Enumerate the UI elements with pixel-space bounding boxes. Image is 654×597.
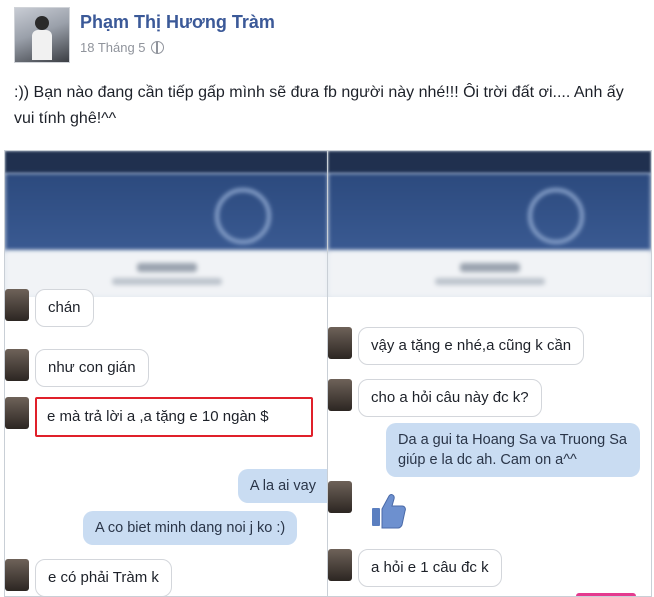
blurred-messenger-header [328,173,651,251]
decorative-pink-mark [576,593,636,596]
avatar-figure-body [32,30,52,60]
message-bubble: cho a hỏi câu này đc k? [358,379,542,417]
globe-icon[interactable] [150,41,164,54]
chat-thread-right: vậy a tặng e nhé,a cũng k cần cho a hỏi … [328,297,651,596]
message-bubble: chán [35,289,94,327]
blurred-contact-header [328,251,651,297]
sender-avatar [5,349,29,381]
sender-avatar [328,481,352,513]
post-meta: 18 Tháng 5 [80,40,164,55]
thumbs-up-icon [372,494,406,529]
message-bubble: vậy a tặng e nhé,a cũng k cần [358,327,585,365]
post-body-text: :)) Bạn nào đang cần tiếp gấp mình sẽ đư… [14,84,624,127]
blurred-call-icon [528,188,584,244]
avatar-figure-head [35,16,49,30]
blurred-call-icon [215,188,271,244]
blurred-status-bar [328,151,651,173]
incoming-message: cho a hỏi câu này đc k? [328,379,542,417]
chat-thread-left: chán như con gián e mà trả lời a ,a tặng… [5,289,328,596]
blurred-messenger-header [5,173,328,251]
message-bubble: a hỏi e 1 câu đc k [358,549,502,587]
incoming-message: a hỏi e 1 câu đc k [328,549,502,587]
sender-avatar [328,327,352,359]
author-avatar[interactable] [14,7,70,63]
chat-screenshot-right[interactable]: vậy a tặng e nhé,a cũng k cần cho a hỏi … [327,150,652,597]
sender-avatar [5,289,29,321]
incoming-message: chán [5,289,94,327]
message-bubble: như con gián [35,349,149,387]
sender-avatar [328,379,352,411]
outgoing-message-bubble: A co biet minh dang noi j ko :) [83,511,298,545]
sender-avatar [5,397,29,429]
highlighted-message-bubble: e mà trả lời a ,a tặng e 10 ngàn $ [35,397,313,437]
incoming-message: như con gián [5,349,149,387]
sender-avatar [328,549,352,581]
post-date[interactable]: 18 Tháng 5 [80,40,146,55]
outgoing-message-bubble: Da a gui ta Hoang Sa va Truong Sa giúp e… [386,423,640,477]
outgoing-message-bubble: A la ai vay [237,469,328,503]
incoming-message: e có phải Tràm k [5,559,172,596]
message-bubble: e có phải Tràm k [35,559,172,596]
sender-avatar [5,559,29,591]
author-name-link[interactable]: Phạm Thị Hương Tràm [80,12,275,33]
blurred-status-bar [5,151,328,173]
post-header: Phạm Thị Hương Tràm 18 Tháng 5 [0,0,654,70]
incoming-message: e mà trả lời a ,a tặng e 10 ngàn $ [5,397,313,437]
incoming-message: vậy a tặng e nhé,a cũng k cần [328,327,585,365]
chat-screenshot-left[interactable]: chán như con gián e mà trả lời a ,a tặng… [4,150,329,597]
